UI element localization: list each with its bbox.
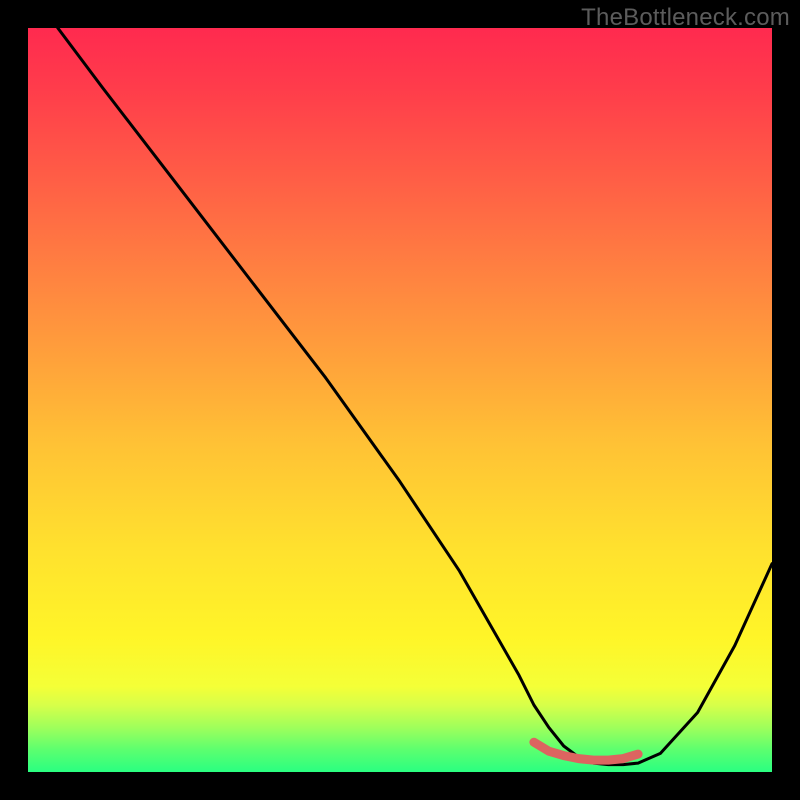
watermark-text: TheBottleneck.com	[581, 4, 790, 32]
curve-layer	[28, 28, 772, 772]
flat-marker	[534, 742, 638, 760]
bottleneck-curve	[58, 28, 772, 765]
chart-frame: TheBottleneck.com	[0, 0, 800, 800]
plot-area	[28, 28, 772, 772]
